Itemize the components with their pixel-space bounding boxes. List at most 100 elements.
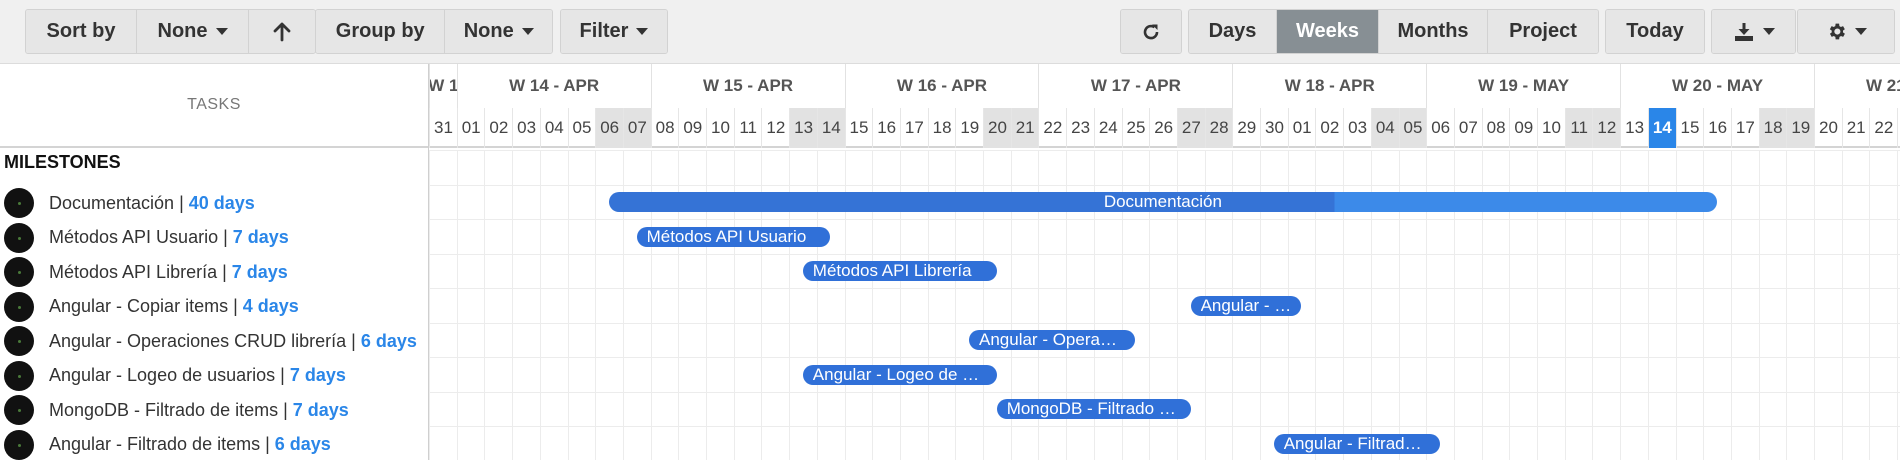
day-header[interactable]: 28 [1204, 108, 1233, 148]
day-header[interactable]: 09 [678, 108, 706, 148]
day-header[interactable]: 08 [650, 108, 679, 148]
grid-column-line [429, 150, 430, 460]
day-header[interactable]: 26 [1149, 108, 1177, 148]
day-header[interactable]: 11 [733, 108, 762, 148]
view-weeks-button[interactable]: Weeks [1277, 10, 1379, 53]
sort-field-dropdown[interactable]: None [137, 10, 249, 53]
task-row[interactable]: Angular - Copiar items | 4 days [0, 290, 428, 324]
day-header[interactable]: 02 [484, 108, 512, 148]
view-months-button[interactable]: Months [1379, 10, 1488, 53]
day-header[interactable]: 12 [1592, 108, 1621, 148]
sort-direction-button[interactable] [249, 10, 315, 53]
sort-by-label: Sort by [46, 20, 116, 42]
day-header[interactable]: 07 [1453, 108, 1482, 148]
day-header[interactable]: 21 [1841, 108, 1870, 148]
day-header[interactable]: 03 [512, 108, 540, 148]
day-header[interactable]: 06 [595, 108, 624, 148]
grid-row-line [429, 322, 1900, 324]
task-row[interactable]: Angular - Filtrado de items | 6 days [0, 428, 428, 460]
day-header[interactable]: 02 [1315, 108, 1343, 148]
export-dropdown[interactable] [1712, 10, 1795, 53]
day-header[interactable]: 14 [816, 108, 845, 148]
day-header[interactable]: 07 [622, 108, 651, 148]
task-separator: | [260, 434, 275, 454]
day-header[interactable]: 10 [1537, 108, 1565, 148]
day-header[interactable]: 13 [1620, 108, 1648, 148]
grid-column-line [539, 150, 541, 460]
day-header[interactable]: 15 [1675, 108, 1704, 148]
day-header[interactable]: 11 [1564, 108, 1593, 148]
day-header[interactable]: 13 [789, 108, 818, 148]
filter-dropdown[interactable]: Filter [561, 10, 667, 53]
today-button[interactable]: Today [1606, 10, 1704, 53]
task-bar[interactable]: Angular - Operaciones CRUD librería [969, 330, 1136, 350]
task-bar[interactable]: Angular - Filtrado de items [1273, 433, 1440, 454]
grid-column-line [1897, 150, 1899, 460]
day-header[interactable]: 01 [456, 108, 485, 148]
week-header: W 16 - APR [844, 64, 1039, 108]
task-row[interactable]: Angular - Logeo de usuarios | 7 days [0, 359, 428, 393]
day-header[interactable]: 01 [1287, 108, 1316, 148]
day-header-today[interactable]: 14 [1647, 108, 1676, 148]
day-header[interactable]: 16 [872, 108, 900, 148]
day-header[interactable]: 17 [899, 108, 928, 148]
day-header[interactable]: 22 [1869, 108, 1897, 148]
day-header[interactable]: 04 [539, 108, 568, 148]
task-row[interactable]: Métodos API Librería | 7 days [0, 255, 428, 289]
day-header[interactable]: 24 [1093, 108, 1122, 148]
day-header[interactable]: 29 [1232, 108, 1260, 148]
day-header[interactable]: 05 [1398, 108, 1427, 148]
today-label: Today [1626, 20, 1684, 42]
day-header[interactable]: 27 [1176, 108, 1205, 148]
sort-by-button[interactable]: Sort by [26, 10, 137, 53]
task-row[interactable]: Documentación | 40 days [0, 186, 428, 220]
day-header[interactable]: 18 [927, 108, 956, 148]
settings-dropdown[interactable] [1798, 10, 1894, 53]
day-header[interactable]: 23 [1066, 108, 1094, 148]
day-header[interactable]: 21 [1010, 108, 1039, 148]
task-row[interactable]: MongoDB - Filtrado de items | 7 days [0, 393, 428, 427]
day-header[interactable]: 17 [1730, 108, 1759, 148]
view-days-button[interactable]: Days [1189, 10, 1277, 53]
day-header[interactable]: 09 [1509, 108, 1537, 148]
task-bar[interactable]: Documentación [608, 192, 1717, 212]
day-header[interactable]: 22 [1038, 108, 1066, 148]
refresh-button[interactable] [1121, 10, 1181, 53]
sort-field-value: None [157, 20, 208, 42]
day-header[interactable]: 10 [706, 108, 734, 148]
task-bar[interactable]: MongoDB - Filtrado de items [996, 399, 1191, 419]
toolbar: Sort by None Group by None Filter Days W… [0, 0, 1900, 64]
day-header[interactable]: 08 [1481, 108, 1510, 148]
day-header[interactable]: 20 [983, 108, 1011, 148]
day-header[interactable]: 20 [1814, 108, 1842, 148]
task-bar[interactable]: Angular - Copiar items [1190, 295, 1302, 316]
grid-row-line [429, 253, 1900, 255]
day-header[interactable]: 25 [1121, 108, 1150, 148]
day-header[interactable]: 30 [1260, 108, 1288, 148]
task-bar[interactable]: Angular - Logeo de usuarios [802, 364, 997, 385]
task-bar[interactable]: Métodos API Usuario [636, 226, 831, 247]
task-row[interactable]: Angular - Operaciones CRUD librería | 6 … [0, 324, 428, 358]
task-bar[interactable]: Métodos API Librería [802, 261, 997, 281]
avatar [4, 395, 34, 425]
task-separator: | [275, 365, 290, 385]
view-project-button[interactable]: Project [1488, 10, 1598, 53]
day-header[interactable]: 15 [844, 108, 873, 148]
week-header: W 19 - MAY [1426, 64, 1620, 108]
grid-column-line [1730, 150, 1732, 460]
day-header[interactable]: 19 [1786, 108, 1815, 148]
day-header[interactable]: 19 [955, 108, 983, 148]
day-header[interactable]: 31 [429, 108, 457, 148]
view-days-label: Days [1208, 20, 1257, 42]
day-header[interactable]: 03 [1343, 108, 1371, 148]
day-header[interactable]: 04 [1370, 108, 1399, 148]
day-header[interactable]: 12 [761, 108, 789, 148]
task-separator: | [228, 296, 243, 316]
day-header[interactable]: 18 [1758, 108, 1787, 148]
day-header[interactable]: 06 [1426, 108, 1454, 148]
group-field-dropdown[interactable]: None [445, 10, 552, 53]
day-header[interactable]: 16 [1703, 108, 1731, 148]
day-header[interactable]: 05 [567, 108, 596, 148]
group-by-button[interactable]: Group by [316, 10, 446, 53]
task-row[interactable]: Métodos API Usuario | 7 days [0, 221, 428, 255]
